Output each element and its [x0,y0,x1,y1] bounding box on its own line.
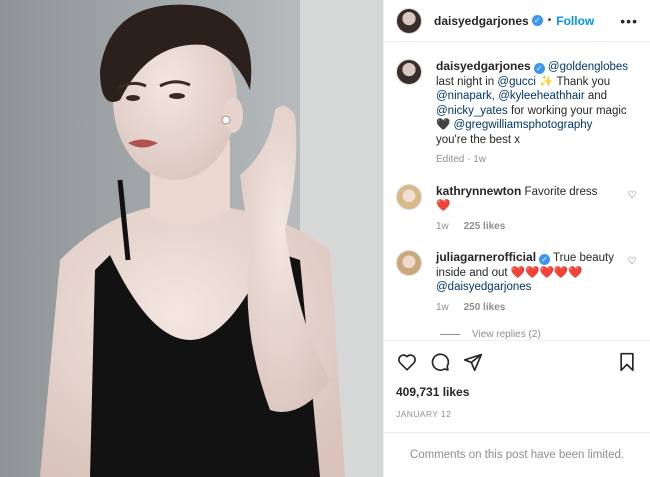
caption-text: , [491,90,495,102]
mention-link[interactable]: @goldenglobes [548,61,628,73]
author-avatar[interactable] [396,7,422,34]
commenter-username[interactable]: kathrynnewton [436,184,521,198]
separator-dot: • [547,15,552,26]
mention-link[interactable]: @gregwilliamsphotography [454,119,593,131]
comment-text: Favorite dress [524,185,598,198]
action-bar [396,341,638,383]
comment-meta: 1w 225 likes [436,220,620,235]
mention-link[interactable]: @ninapark [436,90,492,102]
comment-time: 1w [436,220,449,232]
author-username[interactable]: daisyedgarjones [434,14,529,28]
post-actions: 409,731 likes JANUARY 12 [384,340,650,432]
comment-item: juliagarnerofficial ✓ True beauty inside … [396,250,638,315]
post-photo[interactable] [0,0,383,477]
caption-meta: Edited · 1w [436,153,638,168]
commenter-avatar[interactable] [396,183,422,210]
view-replies-button[interactable]: View replies (2) [440,329,638,340]
commenter-username[interactable]: juliagarnerofficial [436,250,536,264]
comment-likes[interactable]: 250 likes [464,302,506,313]
more-icon[interactable]: ••• [620,13,638,29]
black-heart-emoji: 🖤 [436,119,451,131]
heart-emoji: ❤️ [436,200,451,212]
comment-icon[interactable] [429,351,451,373]
caption-text: last night in [436,75,495,88]
edited-label: Edited · 1w [436,154,487,165]
verified-icon: ✓ [533,63,545,74]
share-icon[interactable] [462,351,484,373]
post-header: daisyedgarjones ✓ • Follow ••• [384,0,650,42]
caption-avatar[interactable] [396,59,422,85]
caption-text: you're the best x [436,133,521,146]
comment-likes[interactable]: 225 likes [464,221,506,232]
bookmark-icon[interactable] [616,351,638,373]
comment-item: kathrynnewton Favorite dress ❤️ 1w 225 l… [396,183,638,235]
like-comment-icon[interactable]: ♡ [626,250,638,315]
comment-text: True beauty [553,252,614,264]
verified-icon: ✓ [531,15,543,26]
commenter-avatar[interactable] [396,250,422,276]
replies-divider [440,334,460,335]
like-comment-icon[interactable]: ♡ [626,184,638,235]
sparkle-emoji: ✨ [539,75,554,88]
comments-list[interactable]: daisyedgarjones ✓ @goldenglobes last nigh… [384,43,650,340]
mention-link[interactable]: @daisyedgarjones [436,281,531,293]
mention-link[interactable]: @kyleeheathhair [498,90,584,102]
caption-text: and [587,90,608,102]
caption-text: Thank you [556,75,611,88]
post-image [0,0,383,477]
heart-icon[interactable] [396,351,418,373]
caption-text: for working your magic [510,104,627,117]
comment-text: inside and out [436,266,508,279]
mention-link[interactable]: @nicky_yates [436,105,508,117]
post-date: JANUARY 12 [396,409,452,419]
heart-emoji: ❤️❤️❤️❤️❤️ [510,266,583,279]
post-panel: daisyedgarjones ✓ • Follow ••• daisyedga… [383,0,650,477]
caption-author[interactable]: daisyedgarjones [436,59,531,73]
follow-button[interactable]: Follow [556,14,594,28]
comment-time: 1w [436,301,449,313]
comment-meta: 1w 250 likes [436,301,620,316]
verified-icon: ✓ [539,254,551,265]
view-replies-label[interactable]: View replies (2) [472,329,541,340]
likes-count[interactable]: 409,731 likes [396,385,638,399]
comments-limited-notice: Comments on this post have been limited. [384,432,650,477]
caption: daisyedgarjones ✓ @goldenglobes last nigh… [396,59,638,168]
mention-link[interactable]: @gucci [497,76,536,88]
